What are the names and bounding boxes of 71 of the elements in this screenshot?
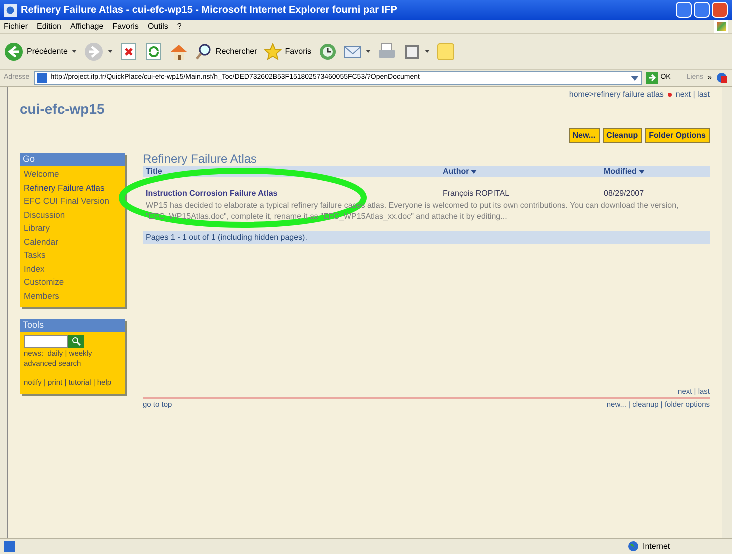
folder-heading: Refinery Failure Atlas [143, 153, 258, 166]
dropdown-caret-icon [72, 50, 77, 53]
breadcrumb[interactable]: home>refinery failure atlas [569, 89, 664, 101]
action-button[interactable]: New... [568, 128, 600, 143]
star-icon [264, 42, 282, 60]
nav-link[interactable]: Library [24, 222, 121, 236]
action-button[interactable]: Folder Options [645, 128, 710, 143]
toolbar-button[interactable]: Favoris [264, 42, 312, 60]
globe-icon [628, 541, 639, 552]
dropdown-caret-icon [108, 50, 113, 53]
zone-label: Internet [643, 540, 670, 552]
sort-caret-icon [638, 170, 645, 174]
dropdown-caret-icon [424, 50, 430, 53]
printer-icon [378, 42, 396, 60]
menu-item[interactable]: ? [177, 20, 182, 32]
toolbar-button[interactable]: Précédente [4, 42, 68, 62]
close-button[interactable] [712, 2, 728, 18]
stop-icon [120, 42, 138, 60]
page-icon [36, 73, 47, 83]
panel-header: Go [20, 153, 125, 166]
pager-links[interactable]: next | last [676, 89, 710, 101]
go-arrow-icon [646, 72, 658, 84]
nav-link[interactable]: Members [24, 290, 121, 303]
nav-link[interactable]: Tasks [24, 249, 121, 262]
column-header[interactable]: Modified [604, 166, 707, 178]
search-button[interactable] [68, 335, 84, 348]
toolbar-button[interactable] [170, 42, 188, 60]
windows-logo-icon [714, 20, 728, 33]
author-cell-text: François ROPITAL [443, 188, 511, 200]
toolbar-button[interactable]: Rechercher [194, 42, 258, 60]
panel-header: Tools [20, 319, 125, 332]
action-button[interactable]: Cleanup [602, 128, 642, 143]
menu-item[interactable]: Favoris [112, 20, 139, 32]
column-header[interactable]: Title [146, 166, 443, 178]
nav-link[interactable]: Calendar [24, 236, 121, 249]
page-icon [4, 541, 15, 552]
menu-item[interactable]: Fichier [4, 20, 28, 32]
restore-button[interactable] [694, 2, 710, 18]
date-cell-text: 08/29/2007 [604, 188, 646, 200]
sort-caret-icon [471, 170, 478, 174]
search-field[interactable] [24, 335, 68, 348]
document-icon [402, 42, 421, 60]
search-icon [194, 42, 213, 60]
refresh-icon [144, 42, 163, 60]
nav-link[interactable]: Discussion [24, 208, 121, 222]
menu-item[interactable]: Affichage [70, 20, 104, 32]
site-title: cui-efc-wp15 [20, 100, 106, 119]
minimize-button[interactable] [676, 2, 692, 18]
menu-item[interactable]: Outils [148, 20, 168, 32]
dropdown-caret-icon [630, 76, 639, 80]
bullet-icon [668, 93, 672, 97]
nav-link[interactable]: Index [24, 262, 121, 276]
window-title: Refinery Failure Atlas - cui-efc-wp15 - Microsoft Internet Explorer fourni par IFP [21, 4, 398, 18]
nav-link[interactable]: EFC CUI Final Version [24, 195, 121, 208]
chevron[interactable]: » [708, 72, 712, 84]
column-header[interactable]: Author [443, 166, 604, 178]
browser-icon [4, 4, 17, 16]
menu-item[interactable]: Edition [37, 20, 62, 32]
history-icon [318, 42, 337, 60]
nav-link[interactable]: Customize [24, 276, 121, 290]
nav-link[interactable]: Welcome [24, 168, 121, 182]
note-icon [436, 42, 455, 60]
toolbar-add-on-icon [716, 72, 728, 84]
home-icon [170, 42, 188, 60]
pages-bar: Pages 1 - 1 out of 1 (including hidden pages). [143, 231, 710, 244]
document-link[interactable]: Instruction Corrosion Failure Atlas [146, 188, 443, 200]
nav-link[interactable]: Refinery Failure Atlas [24, 182, 121, 195]
toolbar-button[interactable] [318, 42, 337, 60]
dropdown-caret-icon [366, 50, 371, 53]
search-icon [72, 337, 80, 346]
toolbar-button[interactable] [120, 42, 138, 60]
